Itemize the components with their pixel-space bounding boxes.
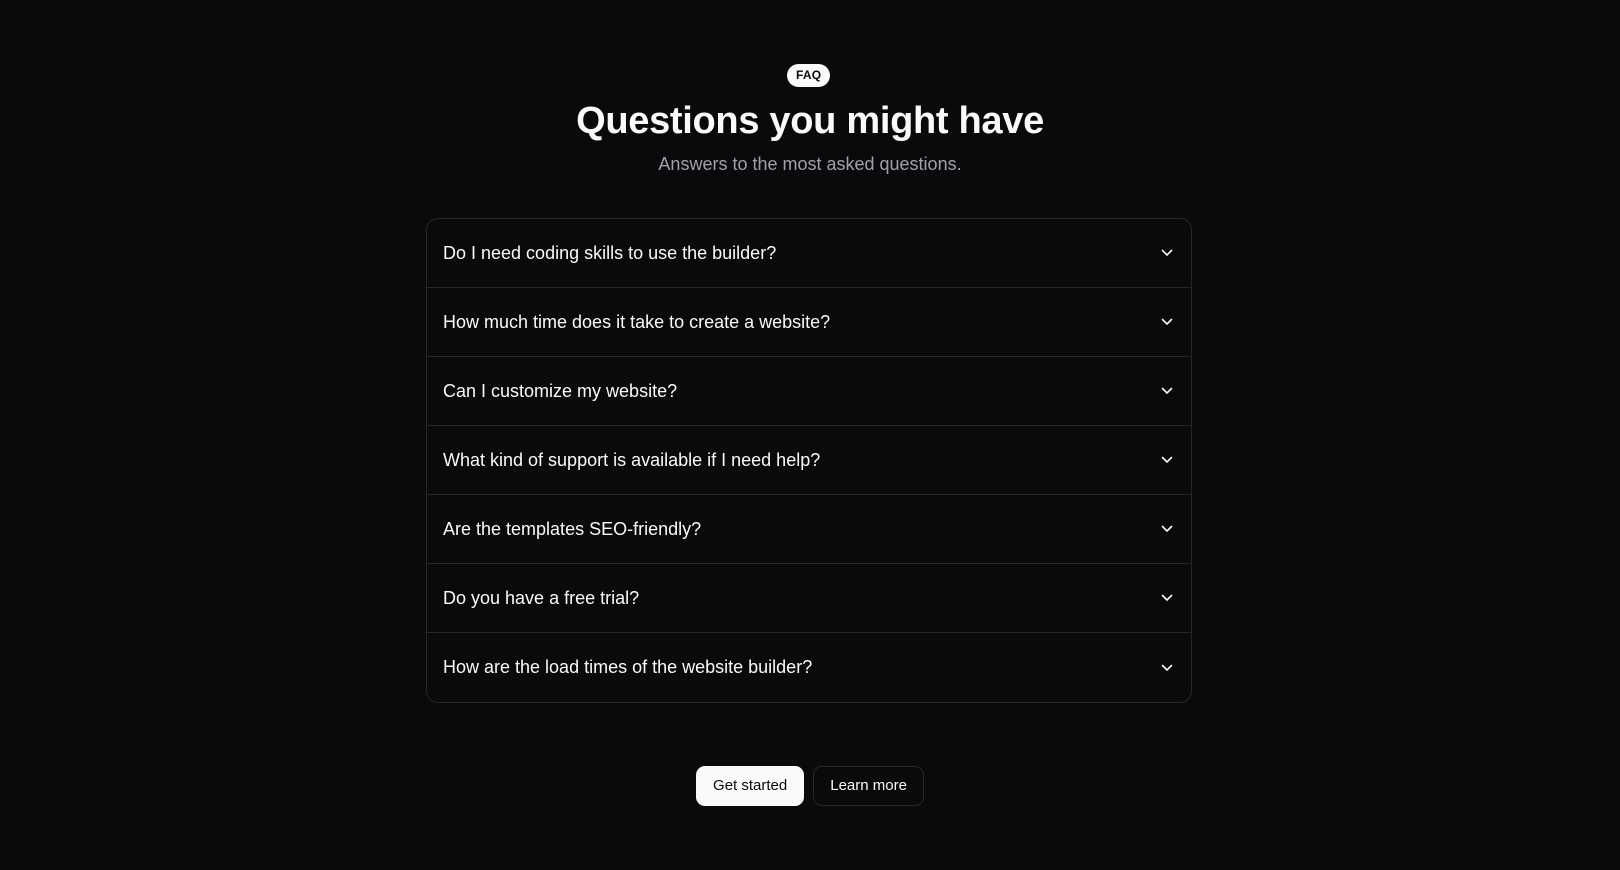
chevron-down-icon xyxy=(1159,314,1175,330)
faq-item-customize[interactable]: Can I customize my website? xyxy=(427,357,1191,426)
chevron-down-icon xyxy=(1159,452,1175,468)
faq-item-coding-skills[interactable]: Do I need coding skills to use the build… xyxy=(427,219,1191,288)
chevron-down-icon xyxy=(1159,590,1175,606)
chevron-down-icon xyxy=(1159,383,1175,399)
faq-question: Do I need coding skills to use the build… xyxy=(443,242,777,263)
get-started-button[interactable]: Get started xyxy=(696,766,805,806)
faq-item-support[interactable]: What kind of support is available if I n… xyxy=(427,426,1191,495)
faq-question: How much time does it take to create a w… xyxy=(443,311,831,332)
learn-more-button[interactable]: Learn more xyxy=(813,766,924,806)
faq-accordion: Do I need coding skills to use the build… xyxy=(426,218,1192,703)
chevron-down-icon xyxy=(1159,245,1175,261)
chevron-down-icon xyxy=(1159,660,1175,676)
faq-question: Can I customize my website? xyxy=(443,380,678,401)
faq-badge: FAQ xyxy=(787,64,831,87)
faq-item-load-times[interactable]: How are the load times of the website bu… xyxy=(427,633,1191,702)
faq-question: How are the load times of the website bu… xyxy=(443,657,813,677)
cta-actions: Get started Learn more xyxy=(0,766,1620,806)
faq-item-seo[interactable]: Are the templates SEO-friendly? xyxy=(427,495,1191,564)
faq-question: What kind of support is available if I n… xyxy=(443,449,821,470)
page-subtitle: Answers to the most asked questions. xyxy=(658,154,962,174)
faq-question: Are the templates SEO-friendly? xyxy=(443,518,702,539)
chevron-down-icon xyxy=(1159,521,1175,537)
faq-question: Do you have a free trial? xyxy=(443,587,640,608)
faq-item-time-to-create[interactable]: How much time does it take to create a w… xyxy=(427,288,1191,357)
faq-page: FAQ Questions you might have Answers to … xyxy=(0,0,1620,870)
page-title: Questions you might have xyxy=(576,100,1044,142)
faq-item-free-trial[interactable]: Do you have a free trial? xyxy=(427,564,1191,633)
